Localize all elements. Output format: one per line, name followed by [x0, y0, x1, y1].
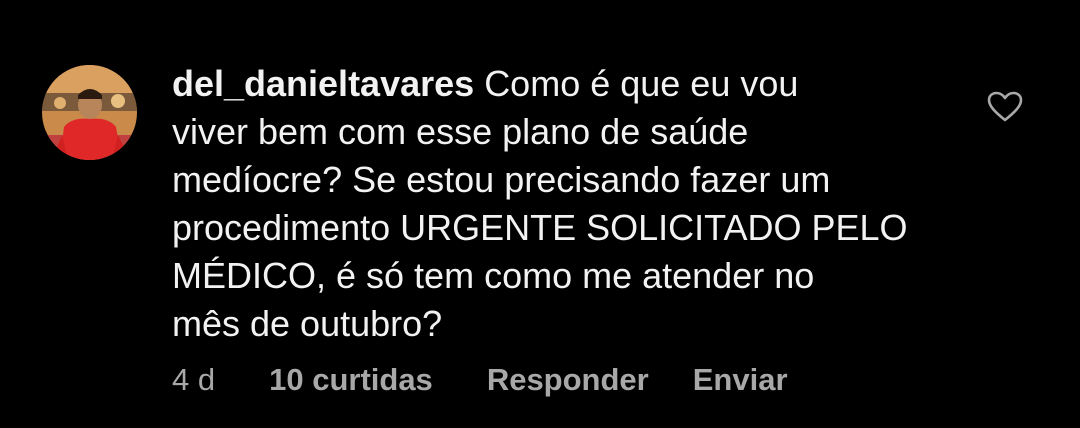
- comment-username[interactable]: del_danieltavares: [172, 63, 474, 104]
- avatar-image: [42, 65, 137, 160]
- comment-text-line: medíocre? Se estou precisando fazer um: [172, 159, 831, 200]
- avatar[interactable]: [42, 65, 137, 160]
- send-button[interactable]: Enviar: [693, 362, 788, 398]
- comment-text-line: procedimento URGENTE SOLICITADO PELO: [172, 207, 908, 248]
- comment-text-line: mês de outubro?: [172, 303, 443, 344]
- comment-body: del_danieltavares Como é que eu vou viver…: [172, 60, 962, 348]
- heart-outline-icon[interactable]: [987, 91, 1023, 123]
- comment-text-line: Como é que eu vou: [484, 63, 799, 104]
- comment-timestamp: 4 d: [172, 362, 216, 397]
- comment-meta: 4 d 10 curtidas Responder Enviar: [172, 360, 788, 400]
- comment-item: del_danieltavares Como é que eu vou viver…: [0, 0, 1080, 428]
- reply-button[interactable]: Responder: [487, 362, 649, 398]
- likes-count-link[interactable]: 10 curtidas: [269, 362, 433, 398]
- comment-text-line: viver bem com esse plano de saúde: [172, 111, 749, 152]
- comment-text-line: MÉDICO, é só tem como me atender no: [172, 255, 815, 296]
